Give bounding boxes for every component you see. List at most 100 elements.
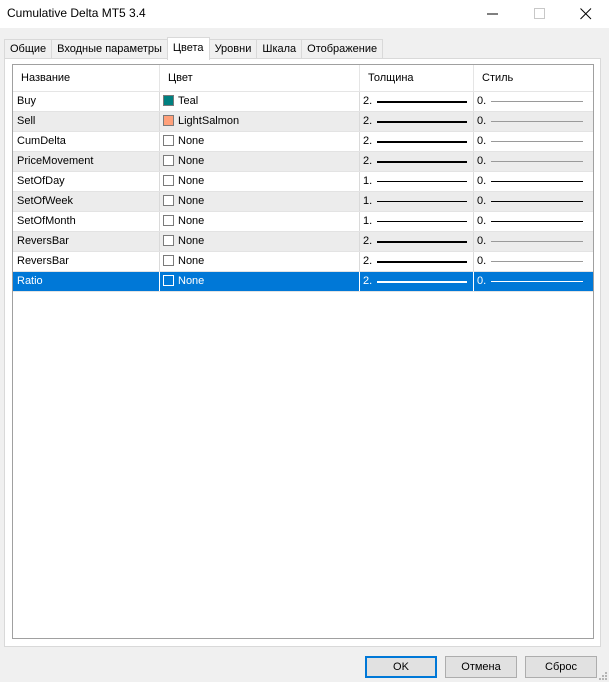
table-row[interactable]: PriceMovement None 2. 0.: [13, 152, 593, 172]
style-cell[interactable]: 0.: [474, 112, 593, 131]
column-header-width[interactable]: Толщина: [360, 65, 474, 91]
color-label: None: [178, 135, 205, 147]
tab-colors[interactable]: Цвета: [166, 37, 210, 60]
table-row[interactable]: SetOfMonth None 1. 0.: [13, 212, 593, 232]
column-header-color[interactable]: Цвет: [160, 65, 360, 91]
color-swatch: [163, 95, 174, 106]
color-cell[interactable]: None: [160, 132, 360, 151]
column-header-style[interactable]: Стиль: [474, 65, 593, 91]
maximize-icon: [534, 8, 545, 19]
cancel-button[interactable]: Отмена: [445, 656, 517, 678]
width-value: 2.: [363, 95, 373, 107]
width-cell[interactable]: 1.: [360, 192, 474, 211]
width-cell[interactable]: 2.: [360, 92, 474, 111]
minimize-button[interactable]: [470, 0, 516, 28]
tab-display[interactable]: Отображение: [301, 39, 384, 59]
table-row[interactable]: CumDelta None 2. 0.: [13, 132, 593, 152]
color-cell[interactable]: None: [160, 252, 360, 271]
width-value: 2.: [363, 155, 373, 167]
tab-strip: Общие Входные параметры Цвета Уровни Шка…: [4, 37, 384, 60]
color-swatch: [163, 255, 174, 266]
row-name: CumDelta: [13, 132, 160, 151]
table-row[interactable]: ReversBar None 2. 0.: [13, 252, 593, 272]
style-cell[interactable]: 0.: [474, 252, 593, 271]
table-row[interactable]: SetOfWeek None 1. 0.: [13, 192, 593, 212]
color-swatch: [163, 195, 174, 206]
color-cell[interactable]: None: [160, 232, 360, 251]
resize-grip-icon[interactable]: [597, 670, 607, 680]
tab-scale[interactable]: Шкала: [256, 39, 303, 59]
width-line-preview: [377, 121, 467, 123]
width-cell[interactable]: 2.: [360, 232, 474, 251]
style-line-preview: [491, 221, 583, 222]
row-name: Buy: [13, 92, 160, 111]
color-label: None: [178, 255, 205, 267]
width-value: 2.: [363, 255, 373, 267]
table-row[interactable]: Buy Teal 2. 0.: [13, 92, 593, 112]
width-cell[interactable]: 2.: [360, 132, 474, 151]
width-cell[interactable]: 1.: [360, 212, 474, 231]
style-cell[interactable]: 0.: [474, 92, 593, 111]
tab-inputs[interactable]: Входные параметры: [51, 39, 168, 59]
column-header-name[interactable]: Название: [13, 65, 160, 91]
dialog-body: Общие Входные параметры Цвета Уровни Шка…: [0, 28, 609, 682]
width-cell[interactable]: 2.: [360, 252, 474, 271]
color-cell[interactable]: None: [160, 272, 360, 291]
colors-grid[interactable]: Название Цвет Толщина Стиль Buy Teal 2. …: [12, 64, 594, 639]
width-line-preview: [377, 101, 467, 103]
color-cell[interactable]: Teal: [160, 92, 360, 111]
reset-button[interactable]: Сброс: [525, 656, 597, 678]
style-cell[interactable]: 0.: [474, 232, 593, 251]
style-value: 0.: [477, 115, 487, 127]
width-line-preview: [377, 141, 467, 143]
color-cell[interactable]: None: [160, 192, 360, 211]
tab-general[interactable]: Общие: [4, 39, 53, 59]
close-button[interactable]: [563, 0, 609, 28]
style-cell[interactable]: 0.: [474, 172, 593, 191]
width-cell[interactable]: 2.: [360, 272, 474, 291]
color-cell[interactable]: None: [160, 172, 360, 191]
width-cell[interactable]: 2.: [360, 152, 474, 171]
width-line-preview: [377, 241, 467, 243]
color-label: None: [178, 215, 205, 227]
style-cell[interactable]: 0.: [474, 212, 593, 231]
table-row[interactable]: ReversBar None 2. 0.: [13, 232, 593, 252]
tab-levels[interactable]: Уровни: [208, 39, 258, 59]
row-name: PriceMovement: [13, 152, 160, 171]
table-row[interactable]: SetOfDay None 1. 0.: [13, 172, 593, 192]
style-cell[interactable]: 0.: [474, 192, 593, 211]
maximize-button[interactable]: [517, 0, 563, 28]
table-row-selected[interactable]: Ratio None 2. 0.: [13, 272, 593, 292]
grid-header: Название Цвет Толщина Стиль: [13, 65, 593, 92]
style-value: 0.: [477, 175, 487, 187]
style-value: 0.: [477, 275, 487, 287]
ok-button[interactable]: OK: [365, 656, 437, 678]
style-value: 0.: [477, 215, 487, 227]
width-value: 2.: [363, 115, 373, 127]
width-value: 2.: [363, 135, 373, 147]
style-cell[interactable]: 0.: [474, 152, 593, 171]
color-swatch: [163, 135, 174, 146]
width-cell[interactable]: 1.: [360, 172, 474, 191]
width-value: 1.: [363, 195, 373, 207]
color-label: None: [178, 155, 205, 167]
row-name: Sell: [13, 112, 160, 131]
color-cell[interactable]: None: [160, 212, 360, 231]
color-cell[interactable]: None: [160, 152, 360, 171]
close-icon: [580, 8, 592, 20]
row-name: ReversBar: [13, 252, 160, 271]
row-name: SetOfDay: [13, 172, 160, 191]
color-label: None: [178, 235, 205, 247]
table-row[interactable]: Sell LightSalmon 2. 0.: [13, 112, 593, 132]
width-line-preview: [377, 201, 467, 202]
width-value: 1.: [363, 175, 373, 187]
minimize-icon: [487, 13, 498, 15]
title-bar: Cumulative Delta MT5 3.4: [0, 0, 609, 28]
color-label: Teal: [178, 95, 199, 107]
color-cell[interactable]: LightSalmon: [160, 112, 360, 131]
style-cell[interactable]: 0.: [474, 132, 593, 151]
style-cell[interactable]: 0.: [474, 272, 593, 291]
row-name: Ratio: [13, 272, 160, 291]
width-cell[interactable]: 2.: [360, 112, 474, 131]
color-label: None: [178, 275, 205, 287]
